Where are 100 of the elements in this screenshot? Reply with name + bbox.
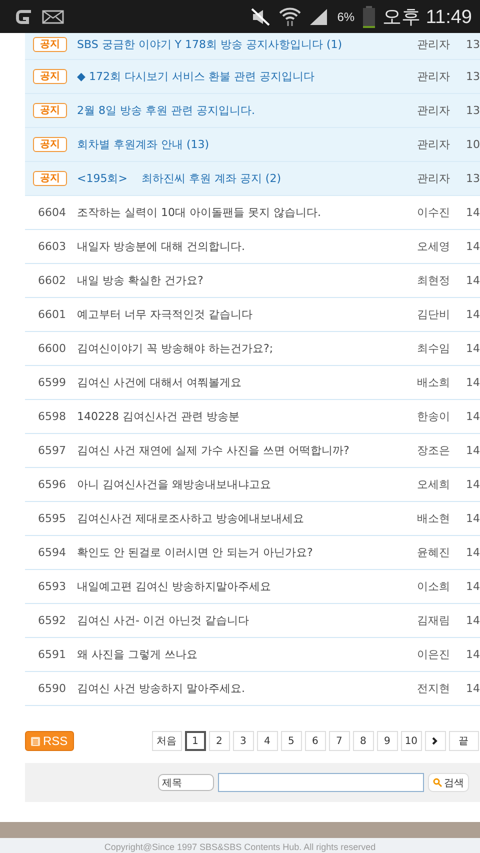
post-title[interactable]: 내일예고편 김여신 방송하지말아주세요 xyxy=(77,579,417,594)
post-author: 최수임 xyxy=(417,341,451,356)
post-title[interactable]: 140228 김여신사건 관련 방송분 xyxy=(77,409,417,424)
post-title[interactable]: 2월 8일 방송 후원 관련 공지입니다. xyxy=(77,103,417,118)
clock-time: 오후 11:49 xyxy=(382,6,472,30)
post-title[interactable]: 확인도 안 된걸로 이러시면 안 되는거 아닌가요? xyxy=(77,545,417,560)
post-title[interactable]: 내일자 방송분에 대해 건의합니다. xyxy=(77,239,417,254)
post-title[interactable]: ◆ 172회 다시보기 서비스 환불 관련 공지입니다 xyxy=(77,69,417,84)
post-author: 윤혜진 xyxy=(417,545,451,560)
post-number: 6600 xyxy=(37,342,67,355)
battery-percent: 6% xyxy=(337,10,355,24)
post-title[interactable]: 회차별 후원계좌 안내 (13) xyxy=(77,137,417,152)
page-button[interactable]: 1 xyxy=(184,731,206,751)
post-author: 배소현 xyxy=(417,511,451,526)
post-title[interactable]: 조작하는 실력이 10대 아이돌팬들 못지 않습니다. xyxy=(77,205,417,220)
post-author: 배소희 xyxy=(417,375,451,390)
post-date: 14 xyxy=(466,580,480,593)
post-author: 이은진 xyxy=(417,647,451,662)
post-number: 6604 xyxy=(37,206,67,219)
post-author: 오세희 xyxy=(417,477,451,492)
post-title[interactable]: 김여신이야기 꼭 방송해야 하는건가요?; xyxy=(77,341,417,356)
post-date: 14 xyxy=(466,274,480,287)
post-date: 14 xyxy=(466,512,480,525)
app-logo-icon xyxy=(14,8,34,26)
page-button[interactable]: 3 xyxy=(232,731,254,751)
post-title[interactable]: 왜 사진을 그렇게 쓰나요 xyxy=(77,647,417,662)
notice-row[interactable]: 공지 SBS 궁금한 이야기 Y 178회 방송 공지사항입니다 (1) 관리자 13 xyxy=(25,33,480,60)
notice-row[interactable]: 공지 <195회> 최하진씨 후원 계좌 공지 (2) 관리자 13 xyxy=(25,162,480,196)
post-number: 6593 xyxy=(37,580,67,593)
post-date: 13 xyxy=(466,38,480,50)
chevron-right-icon xyxy=(432,737,438,745)
post-author: 장조은 xyxy=(417,443,451,458)
post-title[interactable]: SBS 궁금한 이야기 Y 178회 방송 공지사항입니다 (1) xyxy=(77,36,417,52)
search-button[interactable]: 검색 xyxy=(428,773,469,792)
post-author: 김재림 xyxy=(417,613,451,628)
page-button[interactable]: 8 xyxy=(352,731,374,751)
page-button[interactable]: 4 xyxy=(256,731,278,751)
post-title[interactable]: 김여신 사건에 대해서 여쭤볼게요 xyxy=(77,375,417,390)
post-title[interactable]: 김여신사건 제대로조사하고 방송에내보내세요 xyxy=(77,511,417,526)
post-author: 최현정 xyxy=(417,273,451,288)
notice-row[interactable]: 공지 ◆ 172회 다시보기 서비스 환불 관련 공지입니다 관리자 13 xyxy=(25,60,480,94)
post-author: 관리자 xyxy=(417,137,451,152)
post-number: 6599 xyxy=(37,376,67,389)
search-scope-select[interactable]: 제목 xyxy=(158,774,214,791)
post-date: 14 xyxy=(466,546,480,559)
post-title[interactable]: 김여신 사건- 이건 아닌것 같습니다 xyxy=(77,613,417,628)
search-field[interactable] xyxy=(218,773,424,792)
mail-icon xyxy=(42,10,64,24)
notice-row[interactable]: 공지 2월 8일 방송 후원 관련 공지입니다. 관리자 13 xyxy=(25,94,480,128)
post-number: 6602 xyxy=(37,274,67,287)
post-date: 14 xyxy=(466,342,480,355)
wifi-icon xyxy=(279,6,302,26)
page-button[interactable]: 9 xyxy=(376,731,398,751)
post-date: 14 xyxy=(466,410,480,423)
post-author: 한송이 xyxy=(417,409,451,424)
post-author: 관리자 xyxy=(417,103,451,118)
page-button[interactable]: 10 xyxy=(400,731,422,751)
post-date: 14 xyxy=(466,614,480,627)
post-date: 14 xyxy=(466,206,480,219)
post-number: 6592 xyxy=(37,614,67,627)
notice-badge: 공지 xyxy=(33,69,67,84)
post-title[interactable]: 김여신 사건 재연에 실제 가수 사진을 쓰면 어떡합니까? xyxy=(77,443,417,458)
post-author: 관리자 xyxy=(417,69,451,84)
post-author: 오세영 xyxy=(417,239,451,254)
post-author: 관리자 xyxy=(417,171,451,186)
post-author: 김단비 xyxy=(417,307,451,322)
post-number: 6603 xyxy=(37,240,67,253)
post-date: 13 xyxy=(466,172,480,185)
page-button[interactable]: 7 xyxy=(328,731,350,751)
notice-badge: 공지 xyxy=(33,171,67,186)
post-title[interactable]: 예고부터 너무 자극적인것 같습니다 xyxy=(77,307,417,322)
post-number: 6594 xyxy=(37,546,67,559)
post-number: 6590 xyxy=(37,682,67,695)
search-icon xyxy=(433,778,442,787)
notice-row[interactable]: 공지 회차별 후원계좌 안내 (13) 관리자 10 xyxy=(25,128,480,162)
post-date: 14 xyxy=(466,376,480,389)
page-button[interactable]: 2 xyxy=(208,731,230,751)
post-date: 13 xyxy=(466,104,480,117)
post-author: 이수진 xyxy=(417,205,451,220)
page-button[interactable]: 5 xyxy=(280,731,302,751)
post-title[interactable]: <195회> 최하진씨 후원 계좌 공지 (2) xyxy=(77,171,417,186)
post-title[interactable]: 아니 김여신사건을 왜방송내보내냐고요 xyxy=(77,477,417,492)
first-page-button[interactable]: 처음 xyxy=(152,731,182,751)
post-number: 6591 xyxy=(37,648,67,661)
post-date: 10 xyxy=(466,138,480,151)
post-author: 관리자 xyxy=(417,36,451,52)
post-title[interactable]: 김여신 사건 방송하지 말아주세요. xyxy=(77,681,417,696)
last-page-button[interactable]: 끝 xyxy=(448,731,479,751)
post-number: 6598 xyxy=(37,410,67,423)
post-number: 6597 xyxy=(37,444,67,457)
page-button[interactable]: 6 xyxy=(304,731,326,751)
notice-badge: 공지 xyxy=(33,137,67,152)
post-number: 6596 xyxy=(37,478,67,491)
post-date: 14 xyxy=(466,478,480,491)
post-date: 14 xyxy=(466,682,480,695)
post-author: 전지현 xyxy=(417,681,451,696)
next-page-button[interactable] xyxy=(424,731,446,751)
feed-icon xyxy=(31,736,40,746)
copyright-text: Copyright@Since 1997 SBS&SBS Contents Hub. All rights reserved xyxy=(104,842,376,852)
post-title[interactable]: 내일 방송 확실한 건가요? xyxy=(77,273,417,288)
